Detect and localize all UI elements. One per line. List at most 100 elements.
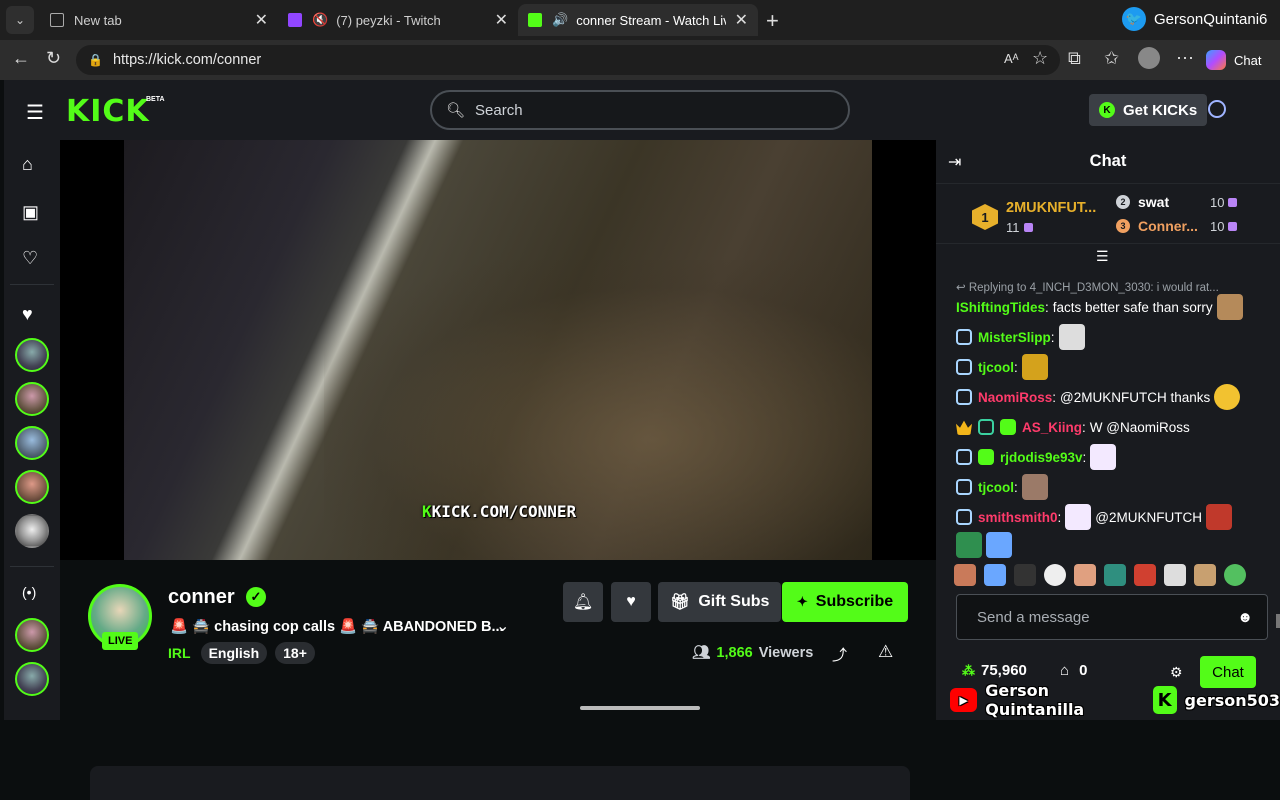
og-badge-icon <box>956 509 972 525</box>
leader-1-name[interactable]: 2MUKNFUT... <box>1006 200 1096 216</box>
emote[interactable] <box>984 564 1006 586</box>
chat-username[interactable]: IShiftingTides <box>956 300 1045 315</box>
emote[interactable] <box>1224 564 1246 586</box>
browse-icon[interactable]: ▣ <box>22 202 39 223</box>
emote[interactable] <box>954 564 976 586</box>
stream-tags: IRL English 18+ <box>168 642 315 664</box>
chat-username[interactable]: tjcool <box>978 360 1014 375</box>
emote <box>956 532 982 558</box>
favorites-icon[interactable]: ✩ <box>1104 48 1119 69</box>
favorite-star-icon[interactable]: ☆ <box>1032 48 1048 69</box>
category-link[interactable]: IRL <box>168 645 191 661</box>
leader-3-row[interactable]: 3 Conner... 10 <box>1116 218 1238 234</box>
channel-points[interactable]: ⁂ 75,960 <box>962 662 1027 679</box>
streamer-name[interactable]: conner <box>168 586 235 609</box>
kick-logo-icon: K <box>1152 686 1177 714</box>
tab-kick-conner[interactable]: 🔊 conner Stream - Watch Live o ✕ <box>518 4 758 36</box>
get-kicks-button[interactable]: K Get KICKs <box>1089 94 1208 126</box>
sidebar-divider <box>10 284 54 285</box>
search-bar[interactable]: 🔍︎ <box>430 90 850 130</box>
emote <box>1021 474 1048 500</box>
gift-subs-button[interactable]: 🎁︎ Gift Subs <box>658 582 782 622</box>
emote[interactable] <box>1074 564 1096 586</box>
chat-scrollbar[interactable] <box>1276 614 1280 628</box>
gear-icon[interactable]: ⚙ <box>1170 664 1183 681</box>
chat-username[interactable]: tjcool <box>978 480 1014 495</box>
followed-channel-avatar[interactable] <box>15 382 49 416</box>
recommended-channel-avatar[interactable] <box>15 662 49 696</box>
profile-avatar[interactable] <box>1138 47 1160 69</box>
subscribe-button[interactable]: ✦ Subscribe <box>782 582 908 622</box>
emote[interactable] <box>1134 564 1156 586</box>
leader-2-name: swat <box>1138 194 1170 210</box>
chat-input[interactable] <box>977 608 1227 626</box>
extensions-icon[interactable]: ⧉ <box>1068 48 1081 69</box>
chat-text: facts better safe than sorry <box>1052 299 1213 315</box>
gift-leaderboard: 1 2MUKNFUT... 11 2 swat 10 3 Conner... 1… <box>936 184 1280 244</box>
og-badge-icon <box>956 479 972 495</box>
more-menu-icon[interactable]: ⋯ <box>1176 48 1194 69</box>
notification-bell-button[interactable]: 🔔︎ <box>563 582 603 622</box>
followed-channel-avatar[interactable] <box>15 470 49 504</box>
gift-badge-icon <box>978 449 994 465</box>
tab-title: New tab <box>74 12 122 28</box>
followed-channel-avatar[interactable] <box>15 338 49 372</box>
twitter-profile[interactable]: 🐦 GersonQuintani6 <box>1122 6 1267 32</box>
beta-label: BETA <box>146 96 165 103</box>
search-input[interactable] <box>475 101 836 119</box>
store-button[interactable]: ⌂ 0 <box>1060 662 1087 679</box>
hamburger-menu-icon[interactable]: ☰ <box>26 100 44 125</box>
emote[interactable] <box>1194 564 1216 586</box>
read-aloud-icon[interactable]: Aᴬ <box>1004 51 1019 66</box>
back-icon[interactable]: ← <box>12 48 30 69</box>
muted-icon[interactable]: 🔇 <box>312 12 328 28</box>
emote[interactable] <box>1104 564 1126 586</box>
close-tab-icon[interactable]: ✕ <box>735 10 748 30</box>
share-icon[interactable]: ⤴ <box>832 644 847 665</box>
search-icon: 🔍︎ <box>446 102 466 119</box>
copilot-chat-button[interactable]: Chat <box>1206 47 1261 73</box>
video-player[interactable]: KKICK.COM/CONNER <box>60 140 936 560</box>
stream-title: 🚨 🚔 chasing cop calls 🚨 🚔 ABANDONED B... <box>170 619 504 635</box>
new-tab-button[interactable]: + <box>766 8 779 34</box>
refresh-icon[interactable]: ↻ <box>46 48 61 69</box>
chat-username[interactable]: smithsmith0 <box>978 510 1058 525</box>
url-field[interactable]: 🔒 https://kick.com/conner <box>76 45 1060 75</box>
tab-twitch[interactable]: 🔇 (7) peyzki - Twitch ✕ <box>278 4 518 36</box>
expand-leaderboard-icon[interactable]: ☰ <box>1096 248 1109 265</box>
sub-badge-icon <box>978 419 994 435</box>
tag-mature[interactable]: 18+ <box>275 642 315 664</box>
gift-subs-label: Gift Subs <box>698 593 770 610</box>
tag-language[interactable]: English <box>200 642 268 664</box>
chat-username[interactable]: rjdodis9e93v <box>1000 450 1083 465</box>
emote[interactable] <box>1044 564 1066 586</box>
chat-message-field[interactable]: ☻ <box>956 594 1268 640</box>
chat-username[interactable]: NaomiRoss <box>978 390 1052 405</box>
followed-channel-avatar[interactable] <box>15 514 49 548</box>
tab-new-tab[interactable]: New tab ✕ <box>40 4 278 36</box>
rewards-icon[interactable] <box>1208 100 1226 118</box>
recommended-channel-avatar[interactable] <box>15 618 49 652</box>
get-kicks-label: Get KICKs <box>1123 101 1198 119</box>
report-warning-icon[interactable]: ⚠ <box>878 642 893 662</box>
close-tab-icon[interactable]: ✕ <box>255 10 268 30</box>
tab-actions-menu[interactable]: ⌄ <box>6 6 34 34</box>
follow-heart-button[interactable]: ♥ <box>611 582 651 622</box>
emote[interactable] <box>1014 564 1036 586</box>
leader-2-row[interactable]: 2 swat 10 <box>1116 194 1238 210</box>
audio-icon[interactable]: 🔊 <box>552 12 568 28</box>
chat-username[interactable]: MisterSlipp <box>978 330 1051 345</box>
chat-text: @2MUKNFUTCH <box>1095 509 1202 525</box>
emote[interactable] <box>1164 564 1186 586</box>
emoji-picker-icon[interactable]: ☻ <box>1237 609 1253 626</box>
chat-username[interactable]: AS_Kiing <box>1022 420 1082 435</box>
close-tab-icon[interactable]: ✕ <box>495 10 508 30</box>
following-heart-icon[interactable]: ♡ <box>22 248 38 269</box>
kicks-coin-icon: K <box>1099 102 1115 118</box>
home-icon[interactable]: ⌂ <box>22 154 33 175</box>
chevron-down-icon[interactable]: ⌄ <box>496 616 509 636</box>
kick-logo[interactable]: KICK <box>66 94 150 129</box>
followed-channel-avatar[interactable] <box>15 426 49 460</box>
stream-info-panel: LIVE conner ✓ 🚨 🚔 chasing cop calls 🚨 🚔 … <box>60 560 936 720</box>
copilot-label: Chat <box>1234 52 1262 68</box>
